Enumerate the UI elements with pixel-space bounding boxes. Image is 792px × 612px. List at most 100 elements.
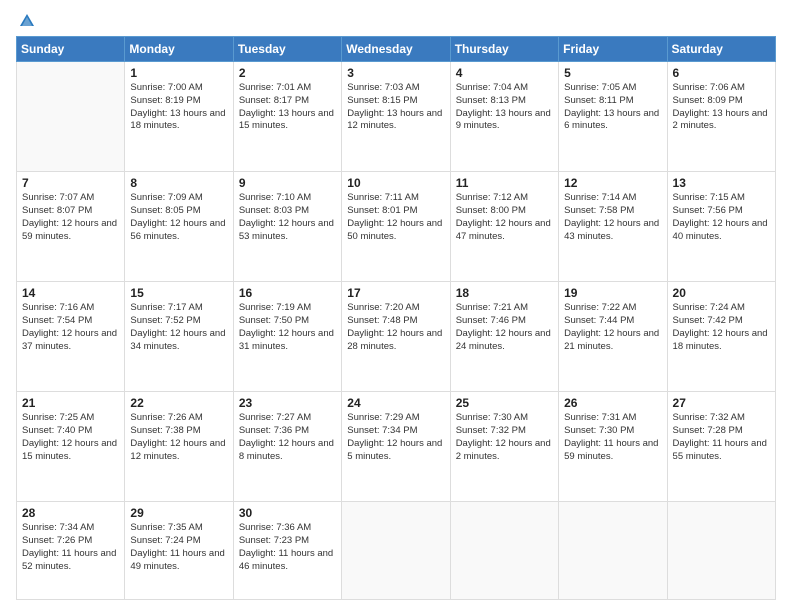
day-number: 25 [456, 396, 553, 410]
calendar-cell: 15Sunrise: 7:17 AM Sunset: 7:52 PM Dayli… [125, 282, 233, 392]
calendar-header-day: Monday [125, 37, 233, 62]
day-number: 26 [564, 396, 661, 410]
calendar-cell: 19 Sunrise: 7:22 AM Sunset: 7:44 PM Dayli… [559, 282, 667, 392]
cell-info: Sunrise: 7:04 AM Sunset: 8:13 PM Dayligh… [456, 82, 553, 133]
cell-info: Sunrise: 7:01 AM Sunset: 8:17 PM Dayligh… [239, 82, 336, 133]
day-number: 22 [130, 396, 227, 410]
day-number: 5 [564, 66, 661, 80]
calendar-cell: 20 Sunrise: 7:24 AM Sunset: 7:42 PM Dayli… [667, 282, 775, 392]
cell-info: Sunrise: 7:06 AM Sunset: 8:09 PM Dayligh… [673, 82, 770, 133]
day-number: 3 [347, 66, 444, 80]
calendar-cell: 9 Sunrise: 7:10 AM Sunset: 8:03 PM Daylig… [233, 172, 341, 282]
calendar-cell: 11 Sunrise: 7:12 AM Sunset: 8:00 PM Dayli… [450, 172, 558, 282]
calendar-cell: 1 Sunrise: 7:00 AM Sunset: 8:19 PM Daylig… [125, 62, 233, 172]
day-number: 16 [239, 286, 336, 300]
day-number: 19 [564, 286, 661, 300]
calendar-week-row: 21 Sunrise: 7:25 AM Sunset: 7:40 PM Dayli… [17, 392, 776, 502]
cell-info: Sunrise: 7:20 AM Sunset: 7:48 PM Dayligh… [347, 302, 444, 353]
cell-info: Sunrise: 7:35 AM Sunset: 7:24 PM Dayligh… [130, 522, 227, 573]
calendar-cell: 26 Sunrise: 7:31 AM Sunset: 7:30 PM Dayli… [559, 392, 667, 502]
day-number: 24 [347, 396, 444, 410]
day-number: 30 [239, 506, 336, 520]
calendar-cell [342, 502, 450, 600]
day-number: 17 [347, 286, 444, 300]
calendar-cell: 23 Sunrise: 7:27 AM Sunset: 7:36 PM Dayli… [233, 392, 341, 502]
cell-info: Sunrise: 7:22 AM Sunset: 7:44 PM Dayligh… [564, 302, 661, 353]
day-number: 6 [673, 66, 770, 80]
calendar-cell: 29 Sunrise: 7:35 AM Sunset: 7:24 PM Dayli… [125, 502, 233, 600]
calendar-cell [667, 502, 775, 600]
calendar-header-day: Wednesday [342, 37, 450, 62]
header [16, 12, 776, 30]
day-number: 4 [456, 66, 553, 80]
calendar-header-day: Saturday [667, 37, 775, 62]
calendar-cell: 4 Sunrise: 7:04 AM Sunset: 8:13 PM Daylig… [450, 62, 558, 172]
cell-info: Sunrise: 7:09 AM Sunset: 8:05 PM Dayligh… [130, 192, 227, 243]
day-number: 27 [673, 396, 770, 410]
day-number: 1 [130, 66, 227, 80]
calendar-cell: 6 Sunrise: 7:06 AM Sunset: 8:09 PM Daylig… [667, 62, 775, 172]
cell-info: Sunrise: 7:07 AM Sunset: 8:07 PM Dayligh… [22, 192, 119, 243]
day-number: 12 [564, 176, 661, 190]
cell-info: Sunrise: 7:05 AM Sunset: 8:11 PM Dayligh… [564, 82, 661, 133]
calendar-cell: 8 Sunrise: 7:09 AM Sunset: 8:05 PM Daylig… [125, 172, 233, 282]
calendar-cell: 30 Sunrise: 7:36 AM Sunset: 7:23 PM Dayli… [233, 502, 341, 600]
day-number: 8 [130, 176, 227, 190]
calendar-cell: 22 Sunrise: 7:26 AM Sunset: 7:38 PM Dayli… [125, 392, 233, 502]
day-number: 20 [673, 286, 770, 300]
day-number: 11 [456, 176, 553, 190]
calendar-cell: 10 Sunrise: 7:11 AM Sunset: 8:01 PM Dayli… [342, 172, 450, 282]
cell-info: Sunrise: 7:03 AM Sunset: 8:15 PM Dayligh… [347, 82, 444, 133]
calendar-header-day: Sunday [17, 37, 125, 62]
calendar-cell: 16Sunrise: 7:19 AM Sunset: 7:50 PM Dayli… [233, 282, 341, 392]
calendar-header-day: Tuesday [233, 37, 341, 62]
cell-info: Sunrise: 7:11 AM Sunset: 8:01 PM Dayligh… [347, 192, 444, 243]
cell-info: Sunrise: 7:32 AM Sunset: 7:28 PM Dayligh… [673, 412, 770, 463]
cell-info: Sunrise: 7:12 AM Sunset: 8:00 PM Dayligh… [456, 192, 553, 243]
calendar-header-row: SundayMondayTuesdayWednesdayThursdayFrid… [17, 37, 776, 62]
calendar-cell: 13Sunrise: 7:15 AM Sunset: 7:56 PM Dayli… [667, 172, 775, 282]
cell-info: Sunrise: 7:10 AM Sunset: 8:03 PM Dayligh… [239, 192, 336, 243]
cell-info: Sunrise: 7:00 AM Sunset: 8:19 PM Dayligh… [130, 82, 227, 133]
day-number: 9 [239, 176, 336, 190]
day-number: 29 [130, 506, 227, 520]
cell-info: Sunrise: 7:16 AM Sunset: 7:54 PM Dayligh… [22, 302, 119, 353]
calendar-cell: 2Sunrise: 7:01 AM Sunset: 8:17 PM Daylig… [233, 62, 341, 172]
cell-info: Sunrise: 7:24 AM Sunset: 7:42 PM Dayligh… [673, 302, 770, 353]
calendar-cell: 18 Sunrise: 7:21 AM Sunset: 7:46 PM Dayli… [450, 282, 558, 392]
calendar-cell: 12Sunrise: 7:14 AM Sunset: 7:58 PM Dayli… [559, 172, 667, 282]
cell-info: Sunrise: 7:15 AM Sunset: 7:56 PM Dayligh… [673, 192, 770, 243]
cell-info: Sunrise: 7:25 AM Sunset: 7:40 PM Dayligh… [22, 412, 119, 463]
cell-info: Sunrise: 7:36 AM Sunset: 7:23 PM Dayligh… [239, 522, 336, 573]
cell-info: Sunrise: 7:21 AM Sunset: 7:46 PM Dayligh… [456, 302, 553, 353]
day-number: 21 [22, 396, 119, 410]
calendar-week-row: 1 Sunrise: 7:00 AM Sunset: 8:19 PM Daylig… [17, 62, 776, 172]
day-number: 15 [130, 286, 227, 300]
day-number: 23 [239, 396, 336, 410]
calendar-cell: 14 Sunrise: 7:16 AM Sunset: 7:54 PM Dayli… [17, 282, 125, 392]
calendar-table: SundayMondayTuesdayWednesdayThursdayFrid… [16, 36, 776, 600]
calendar-cell: 17 Sunrise: 7:20 AM Sunset: 7:48 PM Dayli… [342, 282, 450, 392]
calendar-cell: 7Sunrise: 7:07 AM Sunset: 8:07 PM Daylig… [17, 172, 125, 282]
cell-info: Sunrise: 7:27 AM Sunset: 7:36 PM Dayligh… [239, 412, 336, 463]
calendar-cell: 24Sunrise: 7:29 AM Sunset: 7:34 PM Dayli… [342, 392, 450, 502]
day-number: 18 [456, 286, 553, 300]
cell-info: Sunrise: 7:31 AM Sunset: 7:30 PM Dayligh… [564, 412, 661, 463]
calendar-week-row: 14 Sunrise: 7:16 AM Sunset: 7:54 PM Dayli… [17, 282, 776, 392]
calendar-cell: 3 Sunrise: 7:03 AM Sunset: 8:15 PM Daylig… [342, 62, 450, 172]
logo-icon [18, 12, 36, 30]
calendar-week-row: 7Sunrise: 7:07 AM Sunset: 8:07 PM Daylig… [17, 172, 776, 282]
day-number: 28 [22, 506, 119, 520]
calendar-week-row: 28Sunrise: 7:34 AM Sunset: 7:26 PM Dayli… [17, 502, 776, 600]
calendar-cell: 25 Sunrise: 7:30 AM Sunset: 7:32 PM Dayli… [450, 392, 558, 502]
calendar-cell [450, 502, 558, 600]
calendar-cell [17, 62, 125, 172]
cell-info: Sunrise: 7:30 AM Sunset: 7:32 PM Dayligh… [456, 412, 553, 463]
page: SundayMondayTuesdayWednesdayThursdayFrid… [0, 0, 792, 612]
calendar-header-day: Friday [559, 37, 667, 62]
day-number: 14 [22, 286, 119, 300]
calendar-header-day: Thursday [450, 37, 558, 62]
day-number: 10 [347, 176, 444, 190]
cell-info: Sunrise: 7:26 AM Sunset: 7:38 PM Dayligh… [130, 412, 227, 463]
calendar-cell: 28Sunrise: 7:34 AM Sunset: 7:26 PM Dayli… [17, 502, 125, 600]
